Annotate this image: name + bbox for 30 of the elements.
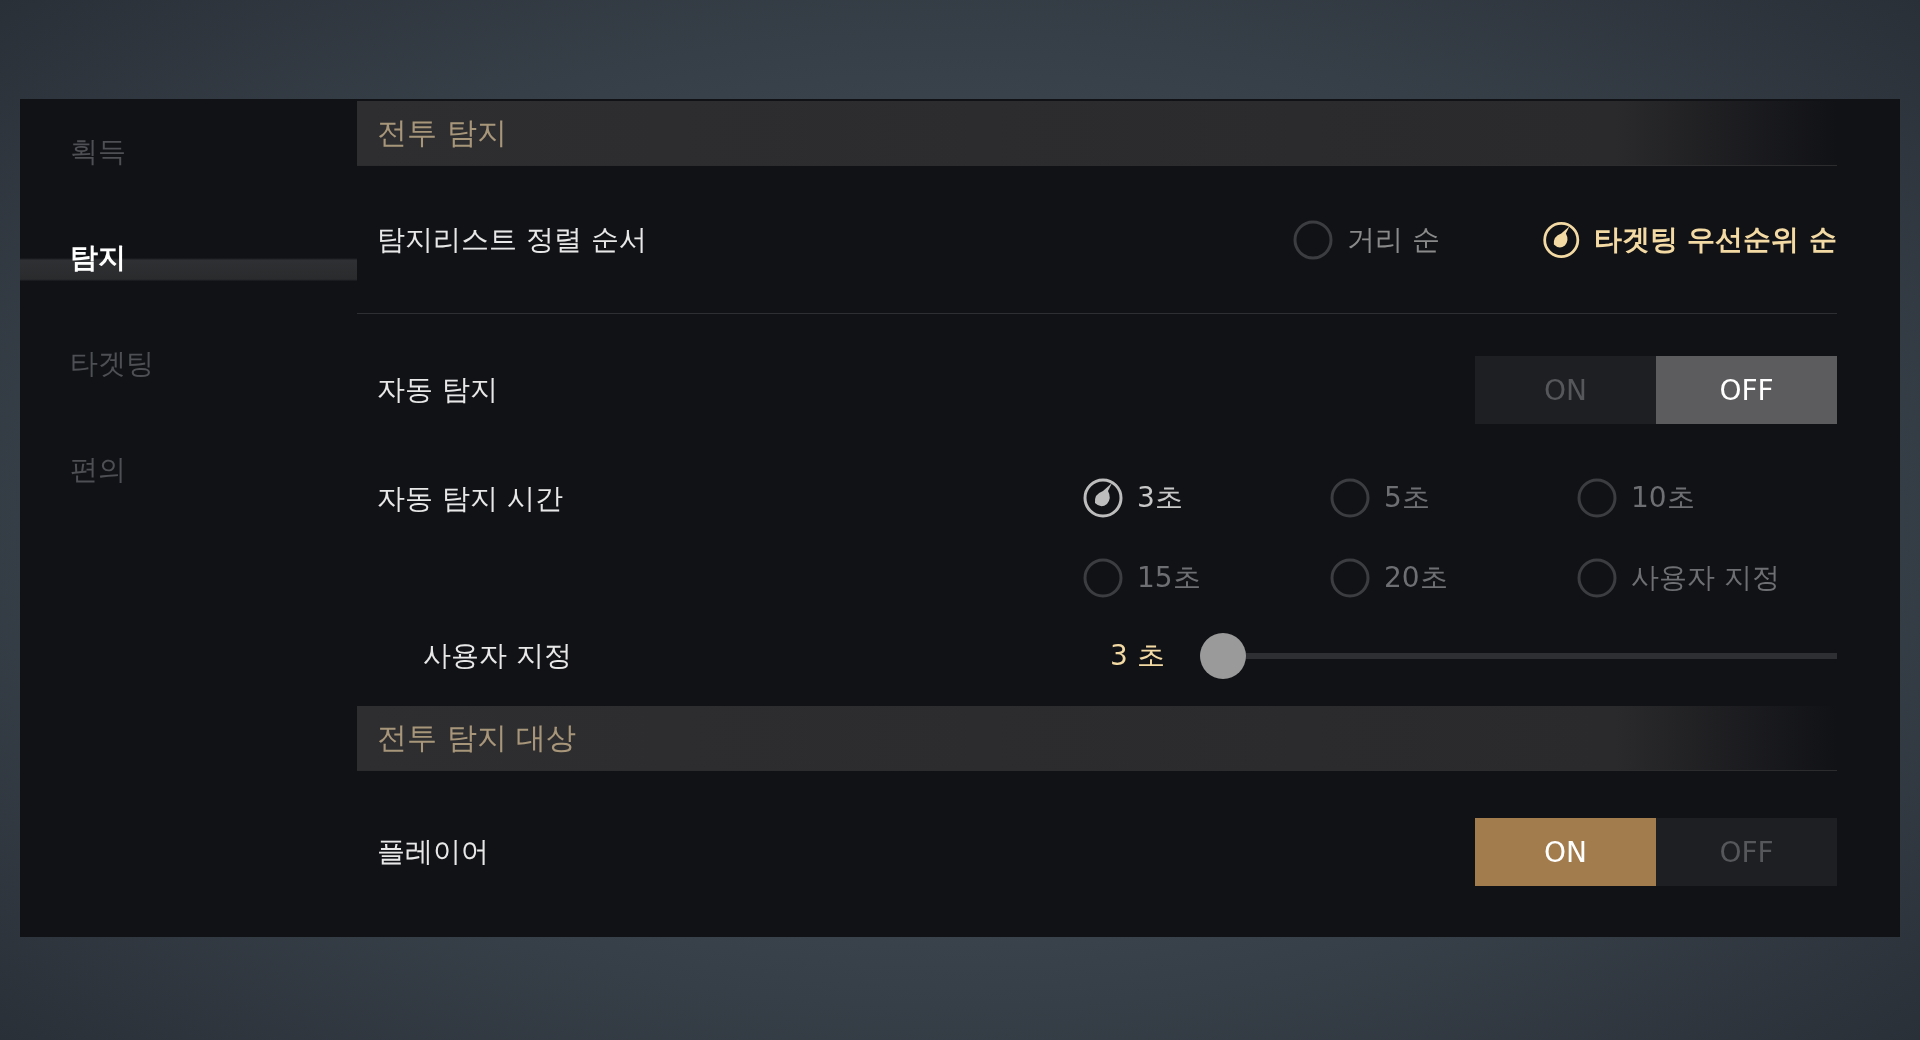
slider-value: 3 초 [1110,638,1166,674]
setting-label: 자동 탐지 시간 [377,481,564,517]
toggle-button[interactable]: OFF [1656,356,1837,424]
radio-label[interactable]: 3초 [1137,479,1183,517]
radio-icon[interactable] [1575,476,1619,520]
radio-label[interactable]: 20초 [1384,559,1448,597]
radio-label[interactable]: 15초 [1137,559,1201,597]
setting-label: 자동 탐지 [377,372,499,408]
radio-label[interactable]: 거리 순 [1347,220,1440,259]
radio-icon[interactable] [1575,556,1619,600]
toggle-button[interactable]: OFF [1656,818,1837,886]
sidebar-item[interactable]: 획득 [20,99,357,205]
sidebar-item[interactable]: 타겟팅 [20,311,357,417]
setting-label: 사용자 지정 [422,638,573,674]
radio-label[interactable]: 5초 [1384,479,1430,517]
radio-icon[interactable] [1328,476,1372,520]
radio-label[interactable]: 10초 [1631,479,1695,517]
toggle-button[interactable]: ON [1475,818,1656,886]
setting-label: 탐지리스트 정렬 순서 [377,221,648,258]
radio-label[interactable]: 사용자 지정 [1631,559,1780,597]
setting-label: 플레이어 [377,834,490,870]
radio-icon[interactable] [1328,556,1372,600]
radio-label[interactable]: 타겟팅 우선순위 순 [1593,220,1837,259]
section-header: 전투 탐지 대상 [357,706,1837,771]
slider-thumb[interactable] [1200,633,1246,679]
radio-icon[interactable] [1081,556,1125,600]
sidebar-item[interactable]: 편의 [20,417,357,523]
section-header: 전투 탐지 [357,101,1837,166]
toggle-button[interactable]: ON [1475,356,1656,424]
radio-icon[interactable] [1081,476,1125,520]
